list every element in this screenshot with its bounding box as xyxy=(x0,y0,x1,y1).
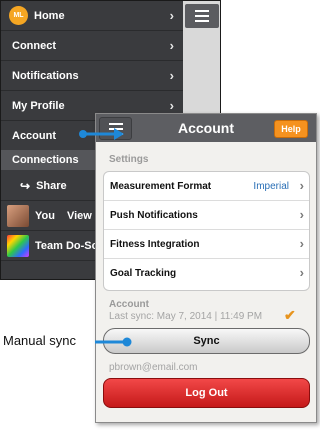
account-callout-arrow xyxy=(79,128,124,140)
manual-sync-callout-arrow xyxy=(95,337,132,347)
callout-arrows xyxy=(79,128,132,347)
